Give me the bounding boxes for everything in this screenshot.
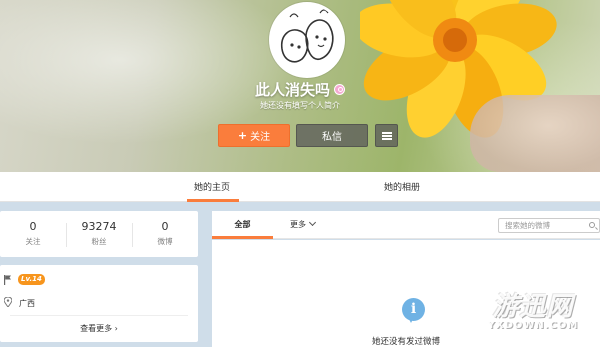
follow-label: 关注 — [250, 132, 271, 143]
profile-name: 此人消失吗 — [254, 81, 330, 99]
profile-intro: 她还没有填写个人简介 — [260, 101, 340, 110]
view-more-link[interactable]: 查看更多 › — [0, 323, 198, 334]
stat-following-count: 0 — [29, 220, 37, 233]
message-label: 私信 — [322, 132, 342, 143]
stat-posts[interactable]: 0 微博 — [132, 220, 198, 248]
avatar-doodle-icon — [272, 5, 342, 75]
location-text: 广西 — [19, 299, 35, 308]
watermark-url: YXDOWN.COM — [487, 320, 579, 331]
menu-icon — [381, 131, 392, 140]
follow-button[interactable]: + 关注 — [218, 124, 290, 147]
stat-followers[interactable]: 93274 粉丝 — [66, 220, 132, 248]
avatar[interactable] — [269, 2, 345, 78]
watermark-title: 游迅网 — [492, 292, 574, 322]
plus-icon: + — [237, 129, 248, 142]
stat-following[interactable]: 0 关注 — [0, 220, 66, 248]
profile-tabs: 她的主页 她的相册 — [0, 172, 600, 202]
level-badge[interactable]: Lv.14 — [18, 274, 45, 285]
profile-cover: 此人消失吗 她还没有填写个人简介 + 关注 私信 — [0, 0, 600, 172]
info-icon: i — [402, 298, 425, 323]
site-watermark: 游迅网 YXDOWN.COM — [470, 286, 596, 344]
stat-following-label: 关注 — [25, 237, 41, 246]
more-menu-button[interactable] — [375, 124, 398, 147]
stat-posts-count: 0 — [161, 220, 169, 233]
view-more-label: 查看更多 — [80, 324, 113, 333]
search-input[interactable] — [498, 218, 600, 233]
chevron-right-icon: › — [114, 324, 118, 333]
tab-active-indicator — [187, 199, 239, 202]
stat-followers-label: 粉丝 — [91, 237, 107, 246]
chevron-down-icon — [308, 218, 317, 227]
stat-followers-count: 93274 — [81, 220, 117, 233]
feed-tab-all[interactable]: 全部 — [212, 211, 273, 239]
stat-posts-label: 微博 — [157, 237, 173, 246]
feed-header: 全部 更多 — [212, 211, 600, 239]
message-button[interactable]: 私信 — [296, 124, 368, 147]
feed-tab-more[interactable]: 更多 — [290, 211, 317, 239]
stats-card: 0 关注 93274 粉丝 0 微博 — [0, 211, 198, 257]
info-card: Lv.14 广西 查看更多 › — [0, 265, 198, 342]
flag-icon — [4, 275, 11, 285]
feed-tab-active-indicator — [212, 236, 273, 239]
female-icon — [334, 84, 345, 95]
location-pin-icon — [4, 297, 12, 307]
tab-album[interactable]: 她的相册 — [384, 180, 420, 193]
profile-name-row: 此人消失吗 — [0, 79, 600, 100]
search-icon[interactable] — [589, 222, 595, 228]
feed-tab-more-label: 更多 — [290, 220, 306, 229]
divider — [10, 315, 188, 316]
tab-home[interactable]: 她的主页 — [194, 180, 230, 193]
